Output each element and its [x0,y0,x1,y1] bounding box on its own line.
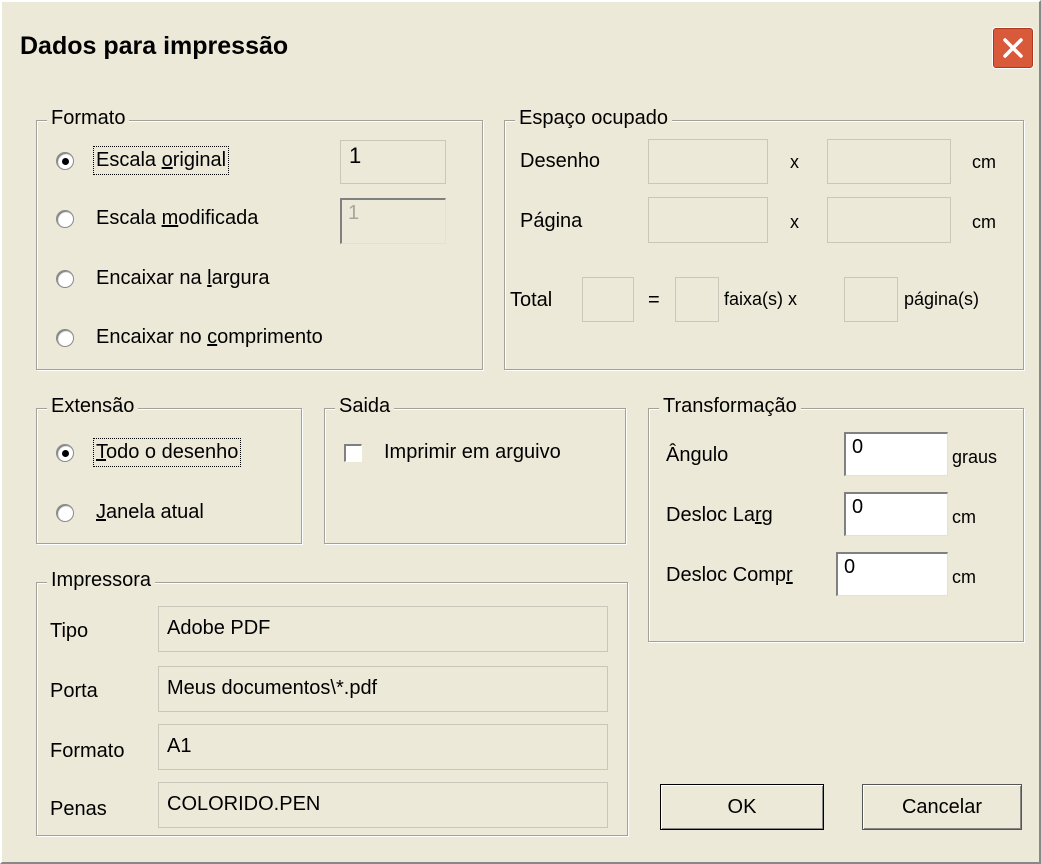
title-bar: Dados para impressão [2,2,1039,82]
cancel-button[interactable]: Cancelar [862,784,1022,830]
formato-legend: Formato [47,107,130,130]
imprimir-arquivo-label[interactable]: Imprimir em arguivo [384,441,561,464]
desenho-unit: cm [972,152,996,172]
espaco-legend: Espaço ocupado [515,107,673,130]
label-escala-original[interactable]: Escala original [92,146,230,175]
paginas-field [844,277,898,322]
transformacao-legend: Transformação [659,395,801,418]
angulo-input[interactable]: 0 [844,432,948,476]
label-encaixar-comprimento[interactable]: Encaixar no comprimento [96,326,323,349]
desenho-width-field [648,139,768,184]
extensao-legend: Extensão [47,395,139,418]
porta-field: Meus documentos\*.pdf [158,666,608,712]
desenho-height-field [827,139,951,184]
scale-original-field[interactable]: 1 [340,140,446,184]
angulo-label: Ângulo [666,444,729,466]
desloc-larg-unit: cm [952,507,976,527]
ok-button[interactable]: OK [660,784,824,830]
label-escala-modificada[interactable]: Escala modificada [96,207,258,230]
tipo-field: Adobe PDF [158,606,608,652]
close-button[interactable] [992,27,1034,69]
radio-encaixar-comprimento[interactable] [56,329,74,347]
label-encaixar-largura[interactable]: Encaixar na largura [96,267,269,290]
pagina-label: Página [520,210,583,232]
formato-impressora-field: A1 [158,724,608,770]
pagina-unit: cm [972,212,996,232]
radio-escala-original[interactable] [56,152,74,170]
desloc-compr-input[interactable]: 0 [836,552,948,596]
print-dialog: Dados para impressão Formato Escala orig… [0,0,1041,864]
radio-todo-desenho[interactable] [56,444,74,462]
radio-encaixar-largura[interactable] [56,270,74,288]
impressora-legend: Impressora [47,569,156,592]
desenho-x-label: x [790,152,799,172]
desloc-compr-label: Desloc Compr [666,564,793,586]
saida-group: Saida [324,395,626,544]
saida-legend: Saida [335,395,395,418]
pagina-x-label: x [790,212,799,232]
desloc-compr-unit: cm [952,567,976,587]
total-field [582,277,634,322]
angulo-unit: graus [952,447,998,467]
penas-field: COLORIDO.PEN [158,782,608,828]
penas-label: Penas [50,798,107,820]
paginas-label: página(s) [904,289,980,309]
faixas-field [675,277,719,322]
tipo-label: Tipo [50,620,89,642]
formato-impressora-label: Formato [50,740,125,762]
equals-label: = [648,289,660,311]
radio-escala-modificada[interactable] [56,210,74,228]
close-icon [1003,38,1023,58]
faixas-label: faixa(s) x [724,289,798,309]
imprimir-arquivo-checkbox[interactable] [344,444,362,462]
label-todo-desenho[interactable]: Todo o desenho [92,438,242,467]
desloc-larg-label: Desloc Larg [666,504,773,526]
desloc-larg-input[interactable]: 0 [844,492,948,536]
desenho-label: Desenho [520,150,601,172]
pagina-width-field [648,197,768,243]
dialog-title: Dados para impressão [20,32,289,60]
total-label: Total [510,289,553,311]
label-janela-atual[interactable]: Janela atual [96,501,204,524]
porta-label: Porta [50,680,98,702]
radio-janela-atual[interactable] [56,504,74,522]
pagina-height-field [827,197,951,243]
scale-modified-field[interactable]: 1 [340,198,446,244]
